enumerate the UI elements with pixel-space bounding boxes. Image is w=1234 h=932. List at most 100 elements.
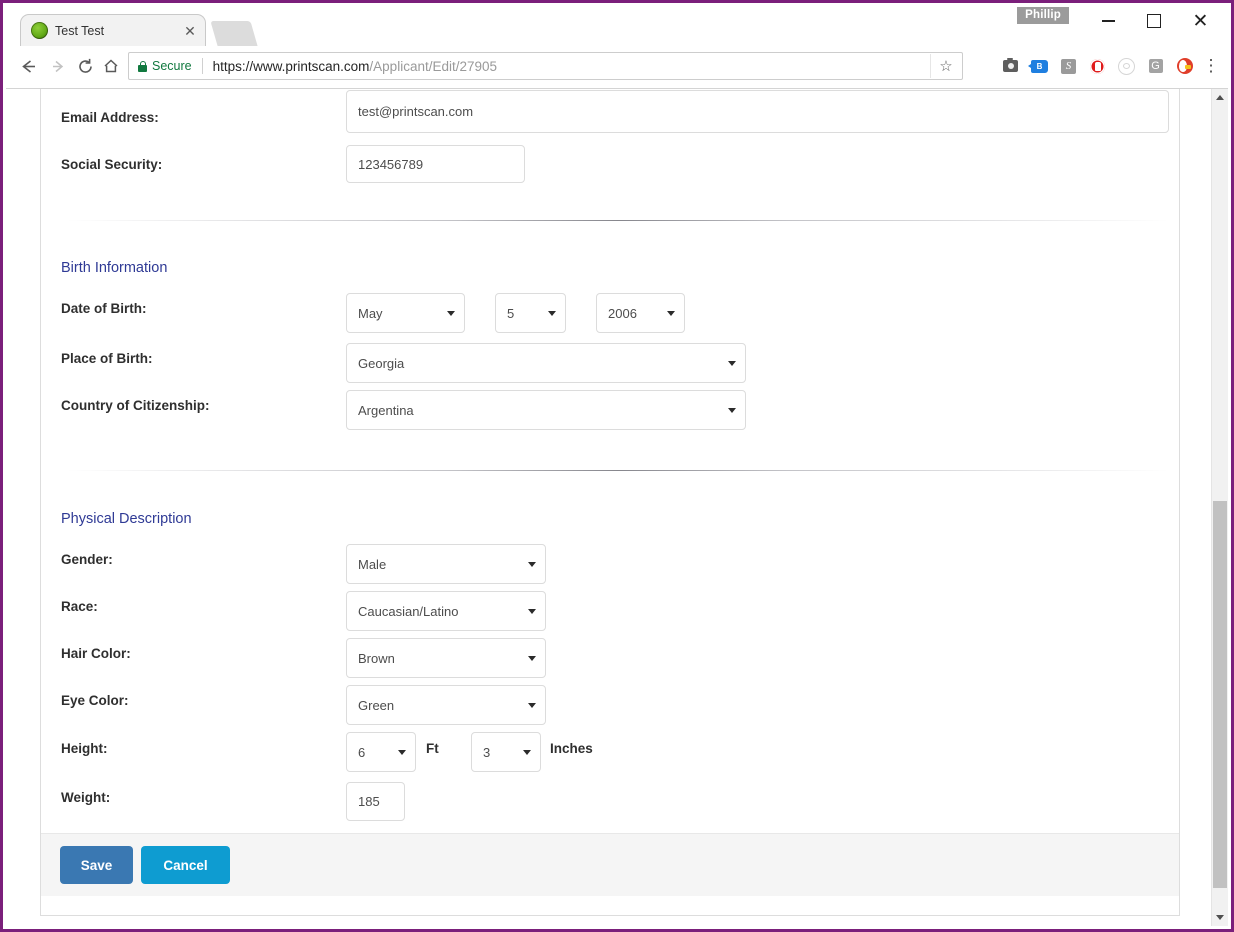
citizenship-value: Argentina <box>358 402 414 418</box>
ssn-input[interactable]: 123456789 <box>346 145 525 183</box>
chevron-down-icon <box>528 656 536 661</box>
height-feet-unit: Ft <box>426 741 439 756</box>
race-value: Caucasian/Latino <box>358 603 459 619</box>
email-label: Email Address: <box>61 110 159 125</box>
dob-year-select[interactable]: 2006 <box>596 293 685 333</box>
section-divider-1 <box>67 220 1169 221</box>
chevron-down-icon <box>548 311 556 316</box>
scrollbar-thumb[interactable] <box>1213 501 1227 888</box>
scroll-down-arrow-icon[interactable] <box>1212 909 1228 926</box>
extension-toolbar: B S G ⋮ <box>996 52 1223 80</box>
url-path: /Applicant/Edit/27905 <box>369 58 498 74</box>
eye-color-value: Green <box>358 697 395 713</box>
citizenship-select[interactable]: Argentina <box>346 390 746 430</box>
disabled-circle-icon[interactable] <box>1112 52 1141 80</box>
chevron-down-icon <box>528 562 536 567</box>
race-label: Race: <box>61 599 98 614</box>
cancel-button[interactable]: Cancel <box>141 846 230 884</box>
height-feet-value: 6 <box>358 744 366 760</box>
gender-label: Gender: <box>61 552 113 567</box>
height-feet-select[interactable]: 6 <box>346 732 416 772</box>
weight-label: Weight: <box>61 790 111 805</box>
back-arrow-glyph <box>21 59 35 73</box>
favicon-globe-green-icon <box>31 22 48 39</box>
chevron-down-icon <box>447 311 455 316</box>
ssn-label: Social Security: <box>61 157 163 172</box>
citizenship-label: Country of Citizenship: <box>61 398 210 413</box>
forward-arrow-glyph <box>52 60 63 72</box>
chevron-down-icon <box>728 408 736 413</box>
save-button[interactable]: Save <box>60 846 133 884</box>
height-label: Height: <box>61 741 108 756</box>
window-maximize-button[interactable] <box>1131 6 1176 36</box>
dob-day-select[interactable]: 5 <box>495 293 566 333</box>
url-text: https://www.printscan.com/Applicant/Edit… <box>213 59 497 74</box>
page-scrollbar[interactable] <box>1211 89 1228 926</box>
profile-name-badge[interactable]: Phillip <box>1017 7 1069 24</box>
weight-input[interactable]: 185 <box>346 782 405 821</box>
date-of-birth-label: Date of Birth: <box>61 301 147 316</box>
hair-color-value: Brown <box>358 650 395 666</box>
bookmark-star-icon[interactable]: ☆ <box>930 54 961 78</box>
gender-value: Male <box>358 556 387 572</box>
script-s-icon[interactable]: S <box>1054 52 1083 80</box>
reload-glyph <box>78 58 92 73</box>
forward-arrow-icon[interactable] <box>43 51 73 81</box>
duckduckgo-icon[interactable] <box>1170 52 1199 80</box>
place-of-birth-value: Georgia <box>358 355 405 371</box>
address-bar[interactable]: Secure https://www.printscan.com/Applica… <box>128 52 963 80</box>
window-close-button[interactable]: ✕ <box>1178 6 1223 36</box>
chevron-down-icon <box>667 311 675 316</box>
browser-toolbar: Secure https://www.printscan.com/Applica… <box>6 46 1228 89</box>
dob-month-select[interactable]: May <box>346 293 465 333</box>
dob-year-value: 2006 <box>608 305 637 321</box>
back-arrow-icon[interactable] <box>13 51 43 81</box>
tab-strip: Test Test ✕ Phillip ✕ <box>6 6 1228 46</box>
adblock-stop-icon[interactable] <box>1083 52 1112 80</box>
height-inches-value: 3 <box>483 744 491 760</box>
section-title-birth-information: Birth Information <box>61 260 168 276</box>
eye-color-select[interactable]: Green <box>346 685 546 725</box>
gender-select[interactable]: Male <box>346 544 546 584</box>
browser-tab-test-test[interactable]: Test Test ✕ <box>20 14 206 46</box>
chevron-down-icon <box>528 703 536 708</box>
maximize-icon <box>1146 14 1161 28</box>
place-of-birth-label: Place of Birth: <box>61 351 153 366</box>
form-body: Email Address: test@printscan.com Social… <box>41 89 1179 852</box>
secure-label: Secure <box>152 59 192 73</box>
chrome-menu-icon[interactable]: ⋮ <box>1199 52 1223 80</box>
chevron-down-icon <box>528 609 536 614</box>
section-divider-2 <box>67 470 1169 471</box>
eye-color-label: Eye Color: <box>61 693 129 708</box>
form-footer: Save Cancel <box>41 833 1179 896</box>
browser-window: Test Test ✕ Phillip ✕ Secure https://www… <box>0 0 1234 932</box>
page-viewport: Email Address: test@printscan.com Social… <box>6 89 1228 926</box>
url-host: https://www.printscan.com <box>212 58 370 74</box>
place-of-birth-select[interactable]: Georgia <box>346 343 746 383</box>
home-icon[interactable] <box>96 51 126 81</box>
email-input[interactable]: test@printscan.com <box>346 90 1169 133</box>
section-title-physical-description: Physical Description <box>61 511 192 527</box>
chevron-down-icon <box>523 750 531 755</box>
omnibox-separator <box>201 58 203 74</box>
chevron-down-icon <box>398 750 406 755</box>
lock-secure-icon <box>138 60 147 72</box>
hair-color-select[interactable]: Brown <box>346 638 546 678</box>
dob-month-value: May <box>358 305 383 321</box>
scroll-up-arrow-icon[interactable] <box>1212 89 1228 106</box>
height-inches-unit: Inches <box>550 741 593 756</box>
chevron-down-icon <box>728 361 736 366</box>
tab-title: Test Test <box>55 24 105 38</box>
google-g-icon[interactable]: G <box>1141 52 1170 80</box>
window-minimize-button[interactable] <box>1086 6 1131 36</box>
hair-color-label: Hair Color: <box>61 646 131 661</box>
tab-close-icon[interactable]: ✕ <box>183 15 197 47</box>
height-inches-select[interactable]: 3 <box>471 732 541 772</box>
race-select[interactable]: Caucasian/Latino <box>346 591 546 631</box>
tag-icon[interactable]: B <box>1025 52 1054 80</box>
new-tab-button[interactable] <box>210 21 258 46</box>
home-glyph <box>104 59 118 73</box>
dob-day-value: 5 <box>507 305 515 321</box>
minimize-icon <box>1102 20 1115 22</box>
camera-icon[interactable] <box>996 52 1025 80</box>
